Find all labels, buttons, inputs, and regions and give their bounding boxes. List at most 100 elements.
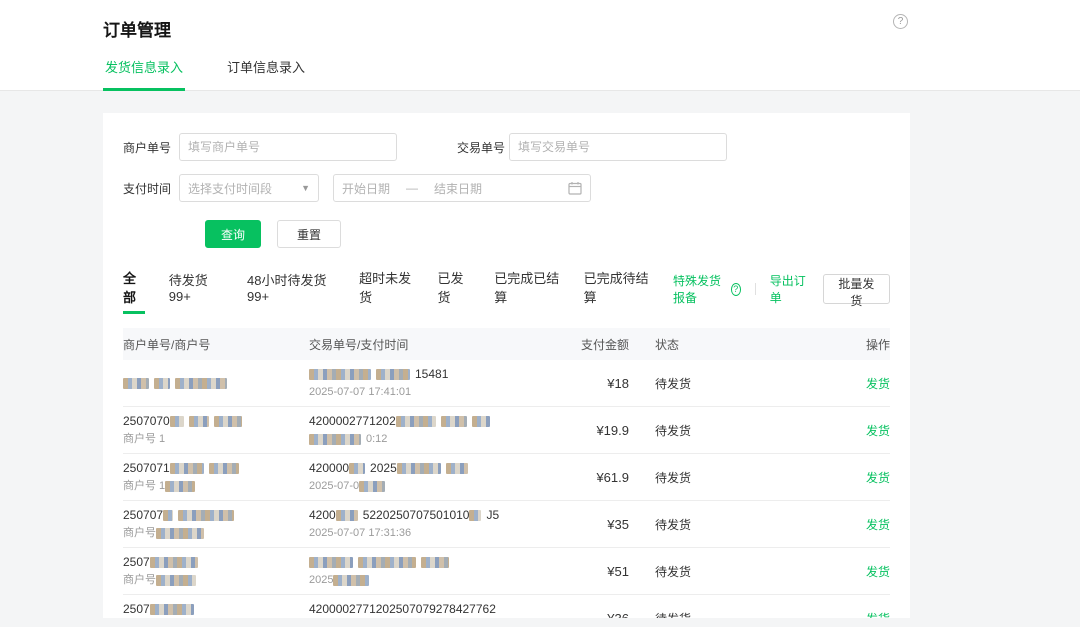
redacted-block	[156, 575, 196, 586]
merchant-cell: 2507070 商户号 1	[123, 414, 309, 446]
redacted-block	[165, 481, 195, 492]
merchant-order-no-text: 2507070	[123, 414, 170, 428]
help-icon[interactable]: ?	[893, 14, 908, 29]
table-row: 2507071商户号 142000020252025-07-0¥61.9待发货发…	[123, 454, 890, 501]
transaction-no	[309, 555, 559, 569]
ship-action-link[interactable]: 发货	[769, 610, 890, 619]
merchant-order-no-text: 250707	[123, 508, 163, 522]
search-row-2: 支付时间 选择支付时间段 ▼ 开始日期 — 结束日期	[123, 174, 890, 202]
redacted-block	[156, 528, 204, 539]
pay-time: 2025-07-0	[309, 479, 559, 493]
batch-ship-button[interactable]: 批量发货	[823, 274, 890, 304]
transaction-cell: 4200002771202 0:12	[309, 414, 559, 446]
filter-tab-overdue[interactable]: 超时未发货	[359, 268, 413, 316]
main-tabbar: 发货信息录入 订单信息录入	[0, 57, 1080, 91]
merchant-order-no	[123, 376, 309, 390]
filter-bar: 全部 待发货 99+ 48小时待发货 99+ 超时未发货 已发货 已完成已结算 …	[123, 268, 890, 316]
pay-time-select[interactable]: 选择支付时间段 ▼	[179, 174, 319, 202]
redacted-block	[376, 369, 410, 380]
redacted-block	[446, 463, 468, 474]
filter-tab-pending-ship[interactable]: 待发货 99+	[169, 270, 223, 314]
redacted-block	[472, 416, 490, 427]
pay-time: 2025-07-07 17:31:36	[309, 526, 559, 540]
transaction-no-text: 420000	[309, 461, 349, 475]
col-amount: 支付金额	[559, 336, 629, 353]
merchant-id-text: 商户号	[123, 574, 156, 586]
special-shipping-report-link[interactable]: 特殊发货报备 ?	[673, 272, 741, 306]
merchant-order-no: 2507	[123, 555, 309, 569]
transaction-no-label: 交易单号	[457, 139, 509, 156]
merchant-order-input[interactable]	[179, 133, 397, 161]
status-badge: 待发货	[629, 422, 769, 439]
merchant-id-text: 商户号	[123, 527, 156, 539]
col-status: 状态	[629, 336, 769, 353]
filter-tab-all[interactable]: 全部	[123, 268, 145, 316]
redacted-block	[358, 557, 416, 568]
amount-cell: ¥19.9	[559, 423, 629, 438]
merchant-order-no-text: 2507	[123, 602, 150, 616]
pay-time-text: 0:12	[366, 433, 387, 445]
redacted-block	[309, 369, 371, 380]
filter-right-actions: 特殊发货报备 ? 导出订单 批量发货	[673, 272, 890, 312]
redacted-block	[397, 463, 441, 474]
merchant-cell: 250707 商户号	[123, 508, 309, 540]
transaction-no-input[interactable]	[509, 133, 727, 161]
vertical-divider	[755, 283, 756, 295]
filter-tab-completed-settled[interactable]: 已完成已结算	[494, 268, 559, 316]
table-row: 154812025-07-07 17:41:01¥18待发货发货	[123, 360, 890, 407]
redacted-block	[150, 604, 194, 615]
pay-time-label: 支付时间	[123, 180, 179, 197]
status-badge: 待发货	[629, 469, 769, 486]
chevron-down-icon: ▼	[301, 183, 310, 193]
tab-order-info-entry[interactable]: 订单信息录入	[225, 57, 307, 90]
calendar-icon[interactable]	[568, 181, 582, 195]
reset-button[interactable]: 重置	[277, 220, 341, 248]
redacted-block	[309, 557, 353, 568]
redacted-block	[421, 557, 449, 568]
merchant-cell: 2507商户号	[123, 602, 309, 618]
transaction-no-text: 4200002771202507079278427762	[309, 602, 496, 616]
redacted-block	[178, 510, 234, 521]
search-actions: 查询 重置	[179, 220, 890, 248]
amount-cell: ¥51	[559, 564, 629, 579]
ship-action-link[interactable]: 发货	[769, 469, 890, 486]
merchant-id: 商户号	[123, 526, 309, 540]
pay-time: 2025-07-07 17:41:01	[309, 385, 559, 399]
status-badge: 待发货	[629, 610, 769, 619]
ship-action-link[interactable]: 发货	[769, 516, 890, 533]
tab-shipping-info-entry[interactable]: 发货信息录入	[103, 57, 185, 91]
redacted-block	[396, 416, 436, 427]
pay-time-text: 2025-07-07 17:41:01	[309, 386, 411, 398]
amount-cell: ¥36	[559, 611, 629, 619]
ship-action-link[interactable]: 发货	[769, 422, 890, 439]
merchant-order-no: 2507070	[123, 414, 309, 428]
ship-action-link[interactable]: 发货	[769, 375, 890, 392]
query-button[interactable]: 查询	[205, 220, 261, 248]
status-badge: 待发货	[629, 516, 769, 533]
table-row: 2507070 商户号 14200002771202 0:12 ¥19.9待发货发货	[123, 407, 890, 454]
transaction-no: 4200002771202	[309, 414, 559, 428]
filter-tab-shipped[interactable]: 已发货	[438, 268, 471, 316]
transaction-no: 4200002025	[309, 461, 559, 475]
ship-action-link[interactable]: 发货	[769, 563, 890, 580]
transaction-no-text: J5	[486, 508, 499, 522]
date-range-picker[interactable]: 开始日期 — 结束日期	[333, 174, 591, 202]
transaction-cell: 4200002025 2025-07-0	[309, 461, 559, 493]
export-orders-link[interactable]: 导出订单	[770, 272, 807, 306]
start-date-placeholder: 开始日期	[342, 180, 390, 197]
filter-tab-completed-unsettled[interactable]: 已完成待结算	[584, 268, 649, 316]
redacted-block	[170, 416, 184, 427]
merchant-cell	[123, 376, 309, 390]
merchant-id: 商户号 1	[123, 432, 309, 446]
redacted-block	[175, 378, 227, 389]
search-row-1: 商户单号 交易单号	[123, 133, 890, 161]
transaction-no-text: 5220250707501010	[363, 508, 470, 522]
amount-cell: ¥18	[559, 376, 629, 391]
merchant-cell: 2507 商户号	[123, 555, 309, 587]
merchant-cell: 2507071商户号 1	[123, 461, 309, 493]
redacted-block	[309, 434, 361, 445]
transaction-cell: 42005220250707501010J52025-07-07 17:31:3…	[309, 508, 559, 540]
merchant-order-label: 商户单号	[123, 139, 179, 156]
filter-tab-48h-pending[interactable]: 48小时待发货 99+	[247, 270, 335, 314]
redacted-block	[336, 510, 358, 521]
